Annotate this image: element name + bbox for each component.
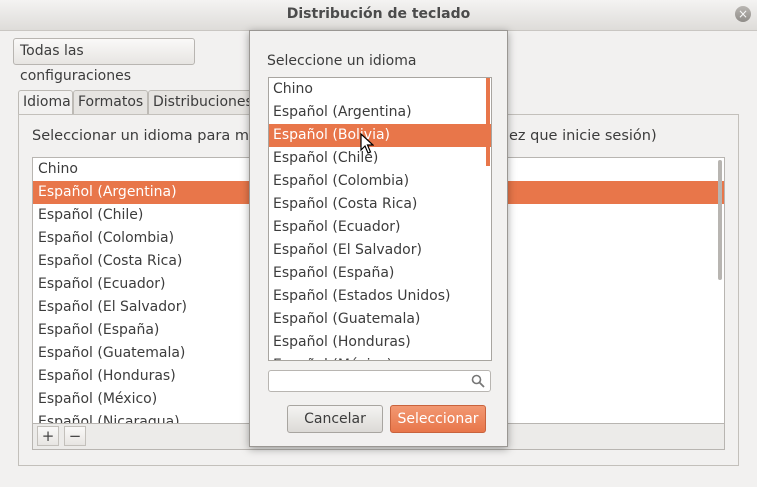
dialog-language-item[interactable]: Español (Argentina) bbox=[269, 101, 491, 124]
dialog-language-item[interactable]: Español (Chile) bbox=[269, 147, 491, 170]
dialog-language-item[interactable]: Español (Colombia) bbox=[269, 170, 491, 193]
tab-formatos[interactable]: Formatos bbox=[73, 90, 148, 115]
dialog-language-item[interactable]: Español (Ecuador) bbox=[269, 216, 491, 239]
dialog-label: Seleccione un idioma bbox=[267, 53, 417, 69]
dialog-list-scrollbar[interactable] bbox=[486, 78, 490, 166]
language-description-tail: ez que inicie sesión) bbox=[509, 128, 657, 144]
dialog-language-item[interactable]: Chino bbox=[269, 78, 491, 101]
dialog-language-item[interactable]: Español (Costa Rica) bbox=[269, 193, 491, 216]
window-titlebar: Distribución de teclado × bbox=[0, 0, 757, 31]
dialog-language-item[interactable]: Español (España) bbox=[269, 262, 491, 285]
dialog-language-item[interactable]: Español (El Salvador) bbox=[269, 239, 491, 262]
dialog-language-item[interactable]: Español (Guatemala) bbox=[269, 308, 491, 331]
add-language-button[interactable]: + bbox=[37, 426, 59, 446]
language-list-scrollbar[interactable] bbox=[718, 160, 722, 280]
dialog-language-item[interactable]: Español (Bolivia) bbox=[269, 124, 491, 147]
close-icon[interactable]: × bbox=[735, 6, 751, 22]
dialog-search-input[interactable] bbox=[268, 370, 491, 392]
all-settings-button[interactable]: Todas las configuraciones bbox=[13, 38, 195, 84]
cancel-button[interactable]: Cancelar bbox=[287, 405, 383, 433]
dialog-language-item[interactable]: Español (Estados Unidos) bbox=[269, 285, 491, 308]
search-icon bbox=[471, 374, 485, 388]
tab-idioma[interactable]: Idioma bbox=[18, 90, 73, 116]
dialog-language-item[interactable]: Español (Honduras) bbox=[269, 331, 491, 354]
language-description: Seleccionar un idioma para most bbox=[32, 128, 272, 144]
select-button[interactable]: Seleccionar bbox=[390, 405, 486, 433]
remove-language-button[interactable]: − bbox=[64, 426, 86, 446]
window-title: Distribución de teclado bbox=[286, 6, 471, 22]
dialog-language-item[interactable]: Español (México) bbox=[269, 354, 491, 360]
select-language-dialog: Seleccione un idioma Chino Español (Argen… bbox=[249, 30, 508, 447]
tab-distribuciones[interactable]: Distribuciones bbox=[148, 90, 253, 115]
dialog-language-list[interactable]: Chino Español (Argentina) Español (Bolivia… bbox=[268, 77, 492, 361]
mouse-pointer-icon bbox=[360, 133, 374, 154]
